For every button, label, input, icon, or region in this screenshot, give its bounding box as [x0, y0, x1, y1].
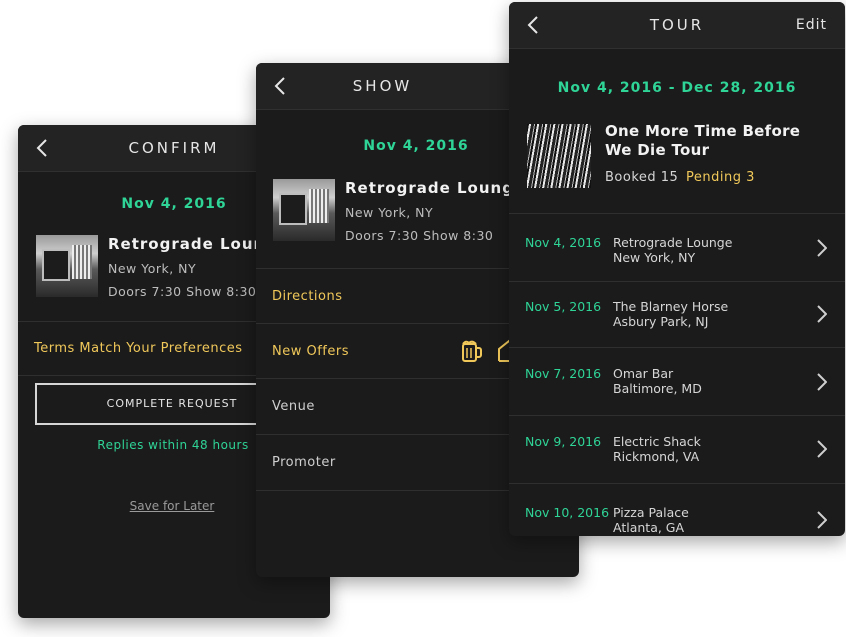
screen-title: SHOW	[352, 77, 413, 95]
tour-row-city: Asbury Park, NJ	[613, 314, 709, 329]
venue-photo	[273, 179, 335, 241]
tour-row-venue: Pizza Palace	[613, 505, 689, 520]
menu-item-label: Promoter	[272, 455, 336, 470]
screen-title: TOUR	[649, 16, 705, 34]
chevron-right-icon	[817, 239, 827, 257]
tour-row-venue: Retrograde Lounge	[613, 235, 733, 250]
chevron-right-icon	[817, 373, 827, 391]
tour-row-venue: Electric Shack	[613, 434, 701, 449]
tour-row-venue: Omar Bar	[613, 366, 674, 381]
tour-screen: TOUR Edit Nov 4, 2016 - Dec 28, 2016 One…	[509, 2, 845, 536]
tour-date-range: Nov 4, 2016 - Dec 28, 2016	[557, 80, 797, 96]
venue-location: New York, NY	[345, 205, 434, 220]
tour-date-row[interactable]: Nov 10, 2016 Pizza Palace Atlanta, GA	[509, 483, 845, 536]
menu-item-label: Venue	[272, 399, 315, 414]
venue-times: Doors 7:30 Show 8:30	[345, 228, 494, 243]
edit-button[interactable]: Edit	[796, 2, 827, 48]
tour-row-date: Nov 5, 2016	[525, 299, 602, 314]
terms-label: Terms Match Your Preferences	[34, 341, 243, 356]
tour-row-date: Nov 10, 2016	[525, 505, 610, 520]
tour-row-venue: The Blarney Horse	[613, 299, 729, 314]
tour-row-date: Nov 9, 2016	[525, 434, 602, 449]
tour-date-row[interactable]: Nov 7, 2016 Omar Bar Baltimore, MD	[509, 347, 845, 416]
venue-photo	[36, 235, 98, 297]
tour-topbar: TOUR Edit	[509, 2, 845, 49]
pending-count: Pending 3	[686, 170, 755, 185]
venue-summary: Retrograde Lounge New York, NY Doors 7:3…	[36, 235, 288, 299]
chevron-right-icon	[817, 305, 827, 323]
tour-row-city: Baltimore, MD	[613, 381, 702, 396]
chevron-right-icon	[817, 440, 827, 458]
tour-row-city: Rickmond, VA	[613, 449, 700, 464]
booked-count: Booked 15	[605, 170, 679, 185]
tour-date-row[interactable]: Nov 5, 2016 The Blarney Horse Asbury Par…	[509, 281, 845, 350]
beer-mug-icon	[462, 340, 482, 362]
tour-date-row[interactable]: Nov 4, 2016 Retrograde Lounge New York, …	[509, 213, 845, 282]
tour-artwork	[527, 124, 591, 188]
tour-row-date: Nov 4, 2016	[525, 235, 602, 250]
tour-name: One More Time Before We Die Tour	[605, 122, 801, 159]
tour-row-city: New York, NY	[613, 250, 696, 265]
tour-row-city: Atlanta, GA	[613, 520, 685, 535]
venue-name: Retrograde Lounge	[345, 179, 526, 197]
chevron-right-icon	[817, 511, 827, 529]
menu-item-label: New Offers	[272, 344, 349, 359]
tour-date-row[interactable]: Nov 9, 2016 Electric Shack Rickmond, VA	[509, 415, 845, 484]
menu-item-label: Directions	[272, 289, 343, 304]
venue-summary: Retrograde Lounge New York, NY Doors 7:3…	[273, 179, 525, 243]
tour-row-date: Nov 7, 2016	[525, 366, 602, 381]
